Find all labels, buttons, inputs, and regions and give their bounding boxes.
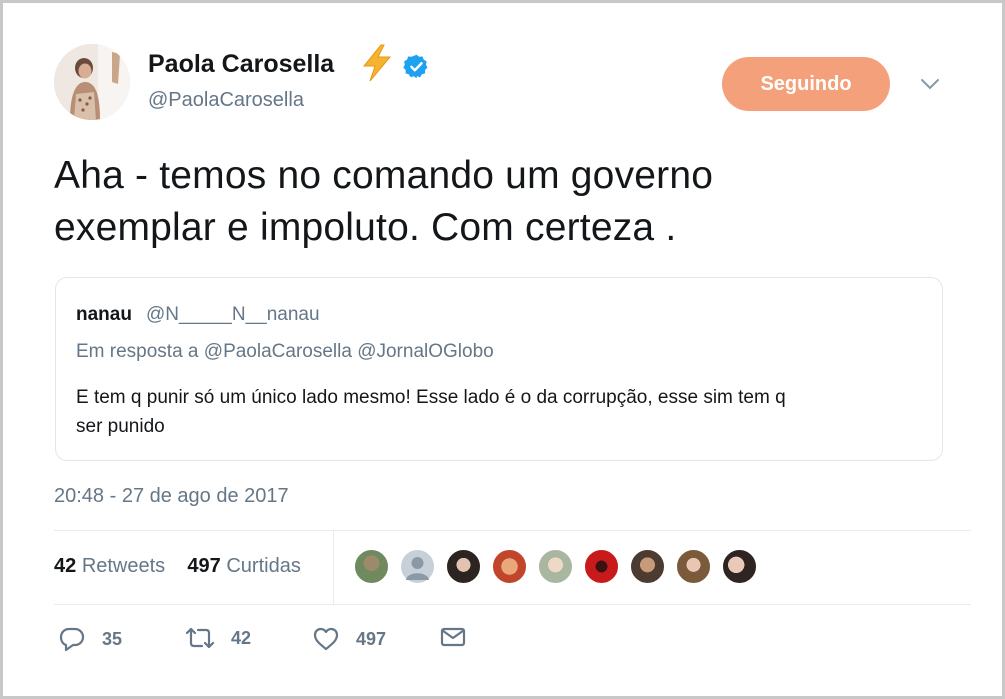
author-avatar[interactable] [54, 44, 130, 120]
quoted-text-line: E tem q punir só um único lado mesmo! Es… [76, 387, 786, 408]
quoted-author-name: nanau [76, 304, 132, 325]
liker-avatar[interactable] [537, 548, 574, 585]
liker-avatar[interactable] [491, 548, 528, 585]
retweets-count: 42 [54, 555, 77, 577]
likes-label: Curtidas [226, 555, 301, 577]
direct-message-action[interactable] [440, 626, 482, 648]
reply-action[interactable]: 35 [58, 626, 122, 652]
like-action[interactable]: 497 [312, 626, 386, 652]
reply-icon [59, 627, 85, 652]
likes-count: 497 [187, 555, 221, 577]
quoted-reply-context: Em resposta a @PaolaCarosella @JornalOGl… [76, 341, 494, 362]
retweet-icon [185, 627, 215, 649]
liker-avatar[interactable] [399, 548, 436, 585]
following-button[interactable]: Seguindo [722, 57, 890, 111]
liker-avatar[interactable] [675, 548, 712, 585]
quoted-tweet-text: E tem q punir só um único lado mesmo! Es… [76, 383, 926, 441]
divider [54, 530, 971, 531]
liker-avatar[interactable] [583, 548, 620, 585]
lightning-bolt-icon [360, 44, 394, 82]
divider [333, 531, 334, 604]
retweet-action[interactable]: 42 [185, 626, 251, 650]
divider [54, 604, 971, 605]
quoted-text-line: ser punido [76, 416, 165, 437]
liker-avatar[interactable] [629, 548, 666, 585]
liker-avatar[interactable] [445, 548, 482, 585]
envelope-icon [440, 627, 466, 647]
author-name[interactable]: Paola Carosella [148, 50, 334, 79]
like-count: 497 [356, 628, 387, 649]
retweet-count: 42 [231, 627, 252, 648]
likes-stat[interactable]: 497 Curtidas [187, 555, 300, 577]
liker-avatar[interactable] [353, 548, 390, 585]
tweet-stats: 42 Retweets 497 Curtidas [54, 555, 301, 578]
author-handle[interactable]: @PaolaCarosella [148, 89, 304, 112]
chevron-down-icon[interactable] [918, 74, 942, 94]
tweet-text-line: exemplar e impoluto. Com certeza . [54, 206, 677, 249]
quoted-author-handle: @N_____N__nanau [146, 304, 320, 325]
retweets-label: Retweets [81, 555, 166, 577]
retweets-stat[interactable]: 42 Retweets [54, 555, 165, 577]
tweet-text: Aha - temos no comando um governo exempl… [54, 150, 954, 254]
liker-avatar[interactable] [721, 548, 758, 585]
heart-icon [313, 627, 339, 651]
reply-count: 35 [102, 628, 123, 649]
verified-badge-icon [403, 53, 430, 80]
tweet-timestamp[interactable]: 20:48 - 27 de ago de 2017 [54, 485, 289, 508]
tweet-text-line: Aha - temos no comando um governo [54, 154, 714, 197]
